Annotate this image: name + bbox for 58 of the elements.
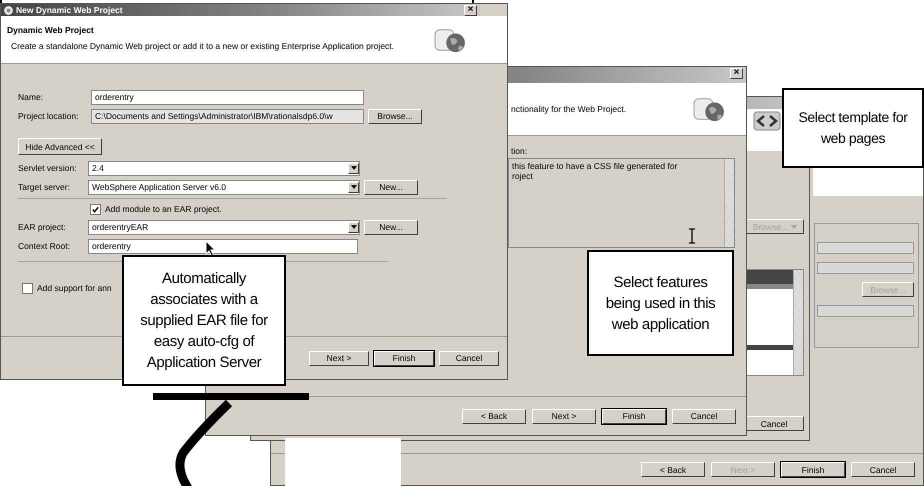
- dropdown[interactable]: WebSphere Application Server v6.0: [88, 180, 360, 194]
- caret-icon: [791, 224, 798, 228]
- text-field[interactable]: orderentry: [91, 90, 364, 104]
- callout: Automatically associates with a supplied EAR file for easy auto-cfg of Application Server: [122, 255, 286, 386]
- wizard-button[interactable]: Finish: [374, 350, 434, 366]
- field-label: Target server:: [18, 182, 71, 192]
- field-label: Context Root:: [18, 241, 71, 251]
- text-field[interactable]: orderentry: [88, 238, 358, 254]
- header-text: Create a standalone Dynamic Web project or add it to a new or existing Enterprise Application project.: [10, 41, 394, 51]
- field-label: Name:: [18, 92, 44, 102]
- text-cursor-icon: [688, 228, 696, 244]
- hide-advanced-button[interactable]: Hide Advanced <<: [18, 138, 102, 155]
- list-row[interactable]: [745, 345, 793, 350]
- arrow-cursor-icon: [205, 240, 217, 258]
- callout: Select template for web pages: [782, 88, 924, 168]
- header-title: Dynamic Web Project: [7, 25, 95, 35]
- close-button[interactable]: ×: [464, 5, 477, 16]
- wizard-button[interactable]: < Back: [462, 408, 526, 424]
- checkbox-label: Add support for ann: [37, 283, 112, 293]
- list-box[interactable]: [744, 269, 804, 376]
- dropdown[interactable]: orderentryEAR: [88, 220, 360, 234]
- input-field[interactable]: [817, 305, 914, 317]
- input-field[interactable]: [817, 242, 914, 254]
- field-label: Project location:: [18, 111, 80, 121]
- wizard-button[interactable]: Next >: [309, 350, 369, 366]
- new-button[interactable]: New...: [364, 220, 418, 234]
- input-field[interactable]: [817, 262, 914, 274]
- caret-icon: [350, 225, 356, 229]
- description-label: tion:: [510, 145, 528, 158]
- wizard-button[interactable]: Next >: [532, 408, 596, 424]
- callout: Select features being used in this web application: [587, 250, 734, 356]
- angle-brackets-icon: [753, 111, 781, 131]
- wizard-button[interactable]: Finish: [602, 408, 666, 424]
- checkbox[interactable]: [90, 204, 101, 214]
- caret-icon: [350, 185, 356, 189]
- close-button[interactable]: ×: [730, 68, 743, 79]
- window-title: New Dynamic Web Project: [16, 5, 123, 15]
- field-label: EAR project:: [18, 222, 67, 232]
- scrollbar[interactable]: [724, 159, 734, 247]
- description-area: this feature to have a CSS file generated for roject: [508, 158, 735, 248]
- caret-icon: [350, 166, 356, 170]
- wizard-button[interactable]: Cancel: [439, 350, 499, 366]
- scrollbar[interactable]: [793, 270, 803, 375]
- header-text: nctionality for the Web Project.: [511, 104, 626, 114]
- browse-button[interactable]: Browse...: [368, 108, 422, 124]
- checkbox-label: Add module to an EAR project.: [105, 204, 222, 214]
- text-field[interactable]: C:\Documents and Settings\Administrator\IBM\rationalsdp6.0\w: [91, 108, 364, 124]
- dropdown[interactable]: 2.4: [88, 160, 360, 176]
- list-row[interactable]: [745, 270, 793, 284]
- list-row[interactable]: [745, 284, 793, 289]
- wizard-button[interactable]: Cancel: [672, 408, 736, 424]
- cancel-button[interactable]: Cancel: [744, 416, 804, 431]
- wizard-button[interactable]: Finish: [781, 462, 845, 477]
- new-button[interactable]: New...: [364, 180, 418, 194]
- field-label: Servlet version:: [18, 163, 78, 173]
- checkbox[interactable]: [22, 282, 33, 294]
- wizard-button[interactable]: < Back: [641, 462, 705, 477]
- wizard-button[interactable]: Cancel: [851, 462, 915, 477]
